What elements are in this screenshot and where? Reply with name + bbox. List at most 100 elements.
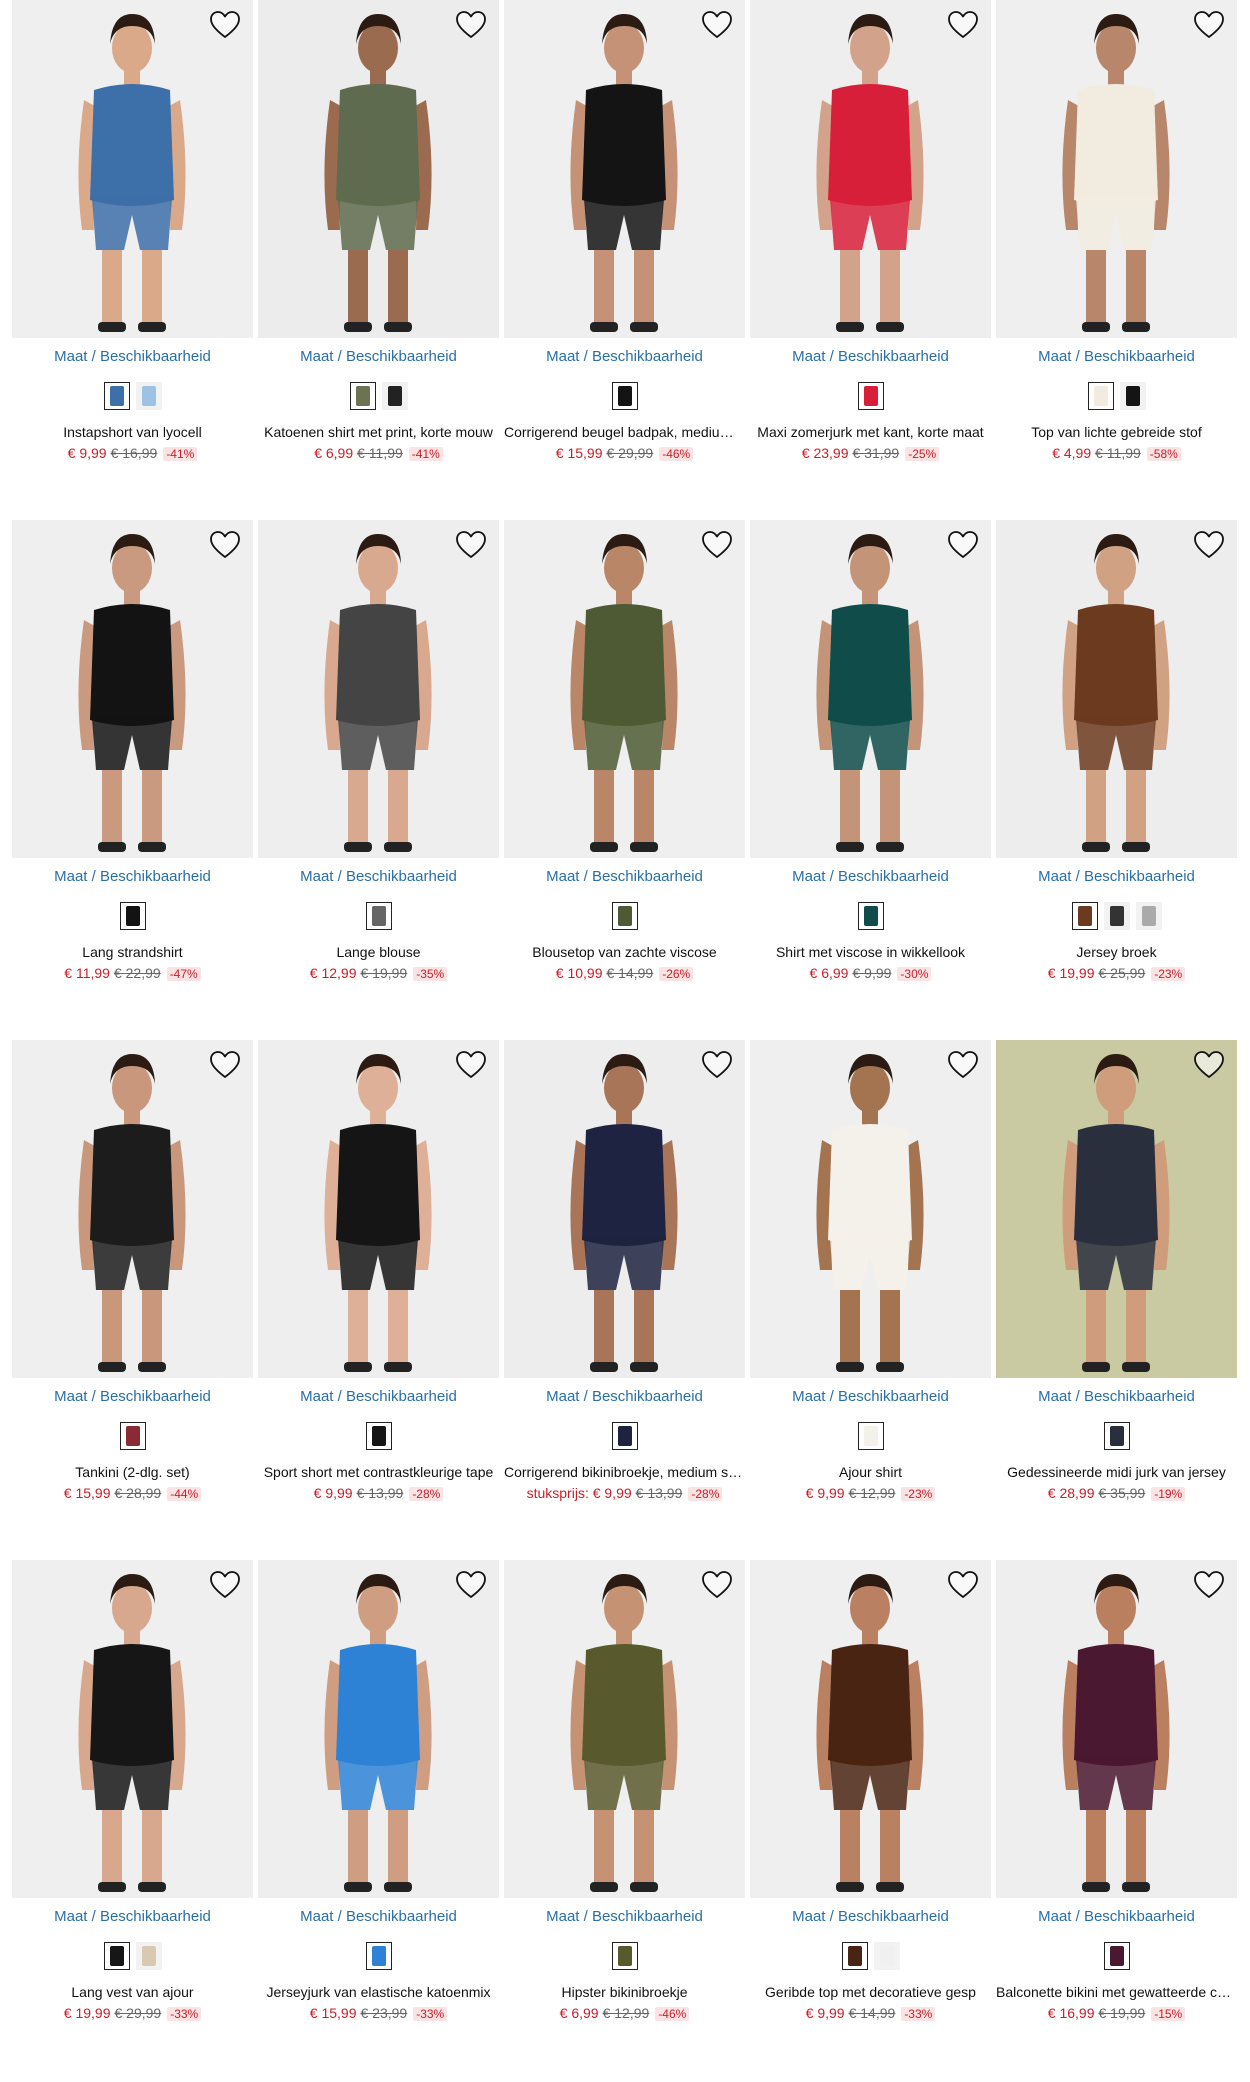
size-availability-link[interactable]: Maat / Beschikbaarheid — [750, 1908, 991, 1925]
product-title[interactable]: Jersey broek — [996, 944, 1237, 960]
product-title[interactable]: Lang strandshirt — [12, 944, 253, 960]
color-swatch[interactable] — [103, 382, 130, 410]
product-title[interactable]: Gedessineerde midi jurk van jersey — [996, 1464, 1237, 1480]
product-image[interactable] — [750, 520, 991, 858]
color-swatch[interactable] — [1103, 1422, 1130, 1450]
product-card[interactable]: Maat / Beschikbaarheid Tankini (2-dlg. se… — [12, 1040, 253, 1520]
size-availability-link[interactable]: Maat / Beschikbaarheid — [504, 1388, 745, 1405]
color-swatch[interactable] — [365, 1942, 392, 1970]
product-title[interactable]: Jerseyjurk van elastische katoenmix — [258, 1984, 499, 2000]
product-title[interactable]: Corrigerend beugel badpak, medium shapin… — [504, 424, 745, 440]
size-availability-link[interactable]: Maat / Beschikbaarheid — [12, 1908, 253, 1925]
product-image[interactable] — [12, 1040, 253, 1378]
product-card[interactable]: Maat / Beschikbaarheid Lange blouse € 12,9… — [258, 520, 499, 1000]
product-title[interactable]: Katoenen shirt met print, korte mouw — [258, 424, 499, 440]
wishlist-heart-icon[interactable] — [455, 1570, 487, 1600]
wishlist-heart-icon[interactable] — [701, 530, 733, 560]
product-image[interactable] — [750, 0, 991, 338]
size-availability-link[interactable]: Maat / Beschikbaarheid — [996, 1388, 1237, 1405]
product-image[interactable] — [750, 1560, 991, 1898]
product-card[interactable]: Maat / Beschikbaarheid Corrigerend bikini… — [504, 1040, 745, 1520]
wishlist-heart-icon[interactable] — [209, 530, 241, 560]
product-card[interactable]: Maat / Beschikbaarheid Sport short met co… — [258, 1040, 499, 1520]
product-title[interactable]: Shirt met viscose in wikkellook — [750, 944, 991, 960]
wishlist-heart-icon[interactable] — [947, 1050, 979, 1080]
wishlist-heart-icon[interactable] — [1193, 530, 1225, 560]
wishlist-heart-icon[interactable] — [455, 1050, 487, 1080]
product-card[interactable]: Maat / Beschikbaarheid Balconette bikini … — [996, 1560, 1237, 2040]
wishlist-heart-icon[interactable] — [209, 1570, 241, 1600]
product-card[interactable]: Maat / Beschikbaarheid Gedessineerde midi… — [996, 1040, 1237, 1520]
size-availability-link[interactable]: Maat / Beschikbaarheid — [750, 348, 991, 365]
color-swatch[interactable] — [365, 902, 392, 930]
product-title[interactable]: Corrigerend bikinibroekje, medium shapin… — [504, 1464, 745, 1480]
wishlist-heart-icon[interactable] — [947, 530, 979, 560]
product-image[interactable] — [258, 1560, 499, 1898]
color-swatch[interactable] — [1119, 382, 1146, 410]
color-swatch[interactable] — [381, 382, 408, 410]
product-image[interactable] — [504, 0, 745, 338]
size-availability-link[interactable]: Maat / Beschikbaarheid — [996, 348, 1237, 365]
product-image[interactable] — [504, 520, 745, 858]
color-swatch[interactable] — [611, 1422, 638, 1450]
wishlist-heart-icon[interactable] — [947, 10, 979, 40]
wishlist-heart-icon[interactable] — [947, 1570, 979, 1600]
product-image[interactable] — [12, 1560, 253, 1898]
color-swatch[interactable] — [365, 1422, 392, 1450]
color-swatch[interactable] — [611, 1942, 638, 1970]
product-title[interactable]: Lang vest van ajour — [12, 1984, 253, 2000]
product-image[interactable] — [996, 1560, 1237, 1898]
product-title[interactable]: Ajour shirt — [750, 1464, 991, 1480]
wishlist-heart-icon[interactable] — [701, 1050, 733, 1080]
product-image[interactable] — [504, 1040, 745, 1378]
wishlist-heart-icon[interactable] — [209, 10, 241, 40]
product-image[interactable] — [504, 1560, 745, 1898]
color-swatch[interactable] — [857, 902, 884, 930]
product-image[interactable] — [750, 1040, 991, 1378]
color-swatch[interactable] — [349, 382, 376, 410]
product-image[interactable] — [258, 0, 499, 338]
product-title[interactable]: Geribde top met decoratieve gesp — [750, 1984, 991, 2000]
size-availability-link[interactable]: Maat / Beschikbaarheid — [504, 1908, 745, 1925]
wishlist-heart-icon[interactable] — [701, 1570, 733, 1600]
product-image[interactable] — [996, 520, 1237, 858]
product-card[interactable]: Maat / Beschikbaarheid Geribde top met de… — [750, 1560, 991, 2040]
color-swatch[interactable] — [857, 382, 884, 410]
product-image[interactable] — [996, 1040, 1237, 1378]
size-availability-link[interactable]: Maat / Beschikbaarheid — [12, 1388, 253, 1405]
product-image[interactable] — [12, 0, 253, 338]
product-title[interactable]: Hipster bikinibroekje — [504, 1984, 745, 2000]
product-title[interactable]: Top van lichte gebreide stof — [996, 424, 1237, 440]
product-title[interactable]: Blousetop van zachte viscose — [504, 944, 745, 960]
product-card[interactable]: Maat / Beschikbaarheid Instapshort van ly… — [12, 0, 253, 480]
product-image[interactable] — [258, 1040, 499, 1378]
size-availability-link[interactable]: Maat / Beschikbaarheid — [996, 1908, 1237, 1925]
color-swatch[interactable] — [857, 1422, 884, 1450]
product-title[interactable]: Instapshort van lyocell — [12, 424, 253, 440]
product-card[interactable]: Maat / Beschikbaarheid Maxi zomerjurk met… — [750, 0, 991, 480]
color-swatch[interactable] — [1087, 382, 1114, 410]
size-availability-link[interactable]: Maat / Beschikbaarheid — [504, 868, 745, 885]
product-title[interactable]: Lange blouse — [258, 944, 499, 960]
size-availability-link[interactable]: Maat / Beschikbaarheid — [258, 1908, 499, 1925]
product-card[interactable]: Maat / Beschikbaarheid Corrigerend beugel… — [504, 0, 745, 480]
size-availability-link[interactable]: Maat / Beschikbaarheid — [996, 868, 1237, 885]
product-card[interactable]: Maat / Beschikbaarheid Blousetop van zach… — [504, 520, 745, 1000]
product-card[interactable]: Maat / Beschikbaarheid Hipster bikinibroe… — [504, 1560, 745, 2040]
size-availability-link[interactable]: Maat / Beschikbaarheid — [258, 348, 499, 365]
product-card[interactable]: Maat / Beschikbaarheid Shirt met viscose … — [750, 520, 991, 1000]
size-availability-link[interactable]: Maat / Beschikbaarheid — [750, 868, 991, 885]
product-image[interactable] — [258, 520, 499, 858]
color-swatch[interactable] — [611, 902, 638, 930]
color-swatch[interactable] — [873, 1942, 900, 1970]
color-swatch[interactable] — [119, 1422, 146, 1450]
wishlist-heart-icon[interactable] — [1193, 1050, 1225, 1080]
size-availability-link[interactable]: Maat / Beschikbaarheid — [750, 1388, 991, 1405]
product-title[interactable]: Maxi zomerjurk met kant, korte maat — [750, 424, 991, 440]
wishlist-heart-icon[interactable] — [455, 530, 487, 560]
color-swatch[interactable] — [119, 902, 146, 930]
product-title[interactable]: Balconette bikini met gewatteerde cups — [996, 1984, 1237, 2000]
product-card[interactable]: Maat / Beschikbaarheid Ajour shirt € 9,99 €… — [750, 1040, 991, 1520]
product-image[interactable] — [12, 520, 253, 858]
size-availability-link[interactable]: Maat / Beschikbaarheid — [504, 348, 745, 365]
